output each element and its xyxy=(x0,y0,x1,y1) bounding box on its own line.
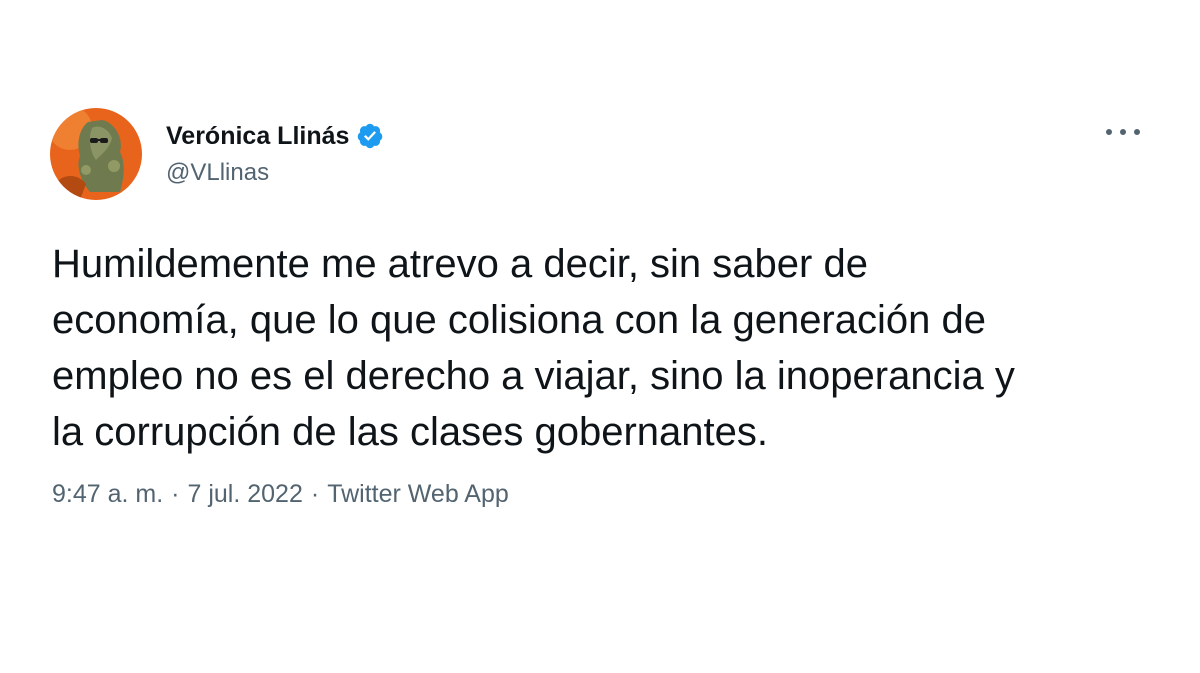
author-handle[interactable]: @VLlinas xyxy=(166,159,384,187)
avatar-image xyxy=(50,108,142,200)
tweet-header: Verónica Llinás @VLlinas xyxy=(50,108,384,200)
more-options-button[interactable] xyxy=(1106,120,1140,144)
tweet-source[interactable]: Twitter Web App xyxy=(327,480,509,509)
tweet-text-line: la corrupción de las clases gobernantes. xyxy=(52,410,768,454)
verified-badge-icon xyxy=(356,122,384,150)
author-avatar[interactable] xyxy=(50,108,142,200)
tweet-text-line: economía, que lo que colisiona con la ge… xyxy=(52,298,986,342)
more-options-icon xyxy=(1106,129,1112,135)
tweet-date[interactable]: 7 jul. 2022 xyxy=(188,480,303,509)
tweet-card: Verónica Llinás @VLlinas Humildemente me… xyxy=(0,0,1200,673)
name-row: Verónica Llinás xyxy=(166,121,384,151)
tweet-text-line: empleo no es el derecho a viajar, sino l… xyxy=(52,354,1015,398)
more-options-icon-dot xyxy=(1134,129,1140,135)
author-names: Verónica Llinás @VLlinas xyxy=(166,121,384,187)
more-options-icon-dot xyxy=(1120,129,1126,135)
author-display-name[interactable]: Verónica Llinás xyxy=(166,121,349,151)
tweet-text: Humildemente me atrevo a decir, sin sabe… xyxy=(52,236,1152,460)
meta-separator: · xyxy=(310,480,320,508)
tweet-text-line: Humildemente me atrevo a decir, sin sabe… xyxy=(52,242,868,286)
meta-separator: · xyxy=(171,480,180,508)
tweet-time[interactable]: 9:47 a. m. xyxy=(52,480,163,509)
tweet-meta: 9:47 a. m. · 7 jul. 2022 · Twitter Web A… xyxy=(52,480,509,509)
